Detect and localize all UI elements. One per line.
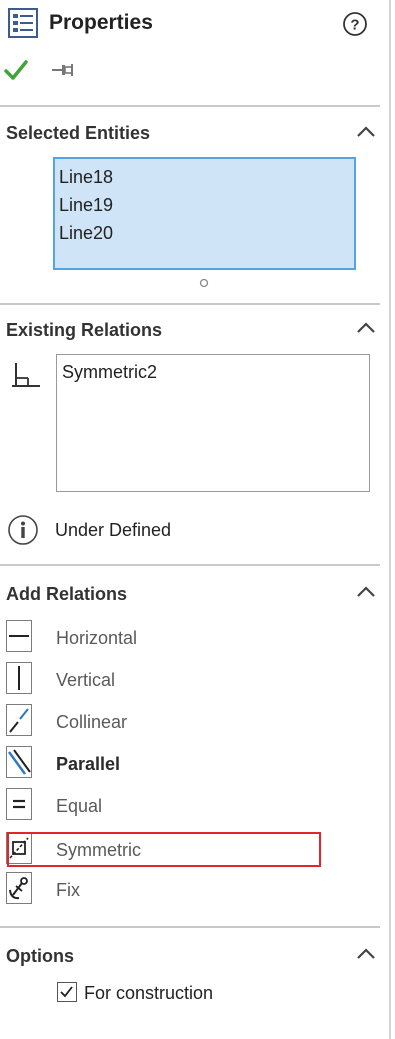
relation-label: Vertical [56, 670, 116, 690]
chevron-up-icon[interactable] [355, 124, 377, 140]
chevron-up-icon[interactable] [355, 320, 377, 336]
resize-handle[interactable] [199, 275, 209, 288]
divider [0, 564, 380, 566]
svg-text:?: ? [350, 17, 359, 34]
relation-vertical[interactable]: Vertical [0, 660, 380, 700]
relation-parallel[interactable]: Parallel [0, 744, 380, 784]
page-title: Properties [49, 11, 153, 34]
info-icon [7, 514, 39, 546]
section-title-options: Options [6, 946, 74, 966]
properties-manager-icon [8, 8, 38, 38]
relation-label: Symmetric [56, 840, 141, 860]
panel-right-border [389, 0, 391, 1039]
parallel-icon [6, 746, 32, 778]
relation-label: Collinear [56, 712, 128, 732]
relation-equal[interactable]: Equal [0, 786, 380, 826]
vertical-icon [6, 662, 32, 694]
divider [0, 303, 380, 305]
symmetric-icon [6, 832, 32, 864]
section-title-add-relations: Add Relations [6, 584, 128, 604]
list-item[interactable]: Symmetric2 [62, 362, 157, 383]
relation-symmetric[interactable]: Symmetric [0, 829, 380, 869]
relation-collinear[interactable]: Collinear [0, 702, 380, 742]
list-item[interactable]: Line18 [59, 167, 113, 188]
checkmark-icon [60, 986, 73, 998]
divider [0, 105, 380, 107]
collinear-icon [6, 704, 32, 736]
for-construction-checkbox[interactable] [57, 982, 77, 1002]
list-item[interactable]: Line20 [59, 223, 113, 244]
chevron-up-icon[interactable] [355, 584, 377, 600]
chevron-up-icon[interactable] [355, 946, 377, 962]
equal-icon [6, 788, 32, 820]
relation-label: Equal [56, 796, 103, 816]
relations-icon [10, 360, 42, 390]
divider [0, 926, 380, 928]
list-item[interactable]: Line19 [59, 195, 113, 216]
fix-icon [6, 872, 32, 904]
horizontal-icon [6, 620, 32, 652]
section-title-existing-relations: Existing Relations [6, 320, 163, 340]
relation-horizontal[interactable]: Horizontal [0, 618, 380, 658]
help-icon[interactable]: ? [342, 11, 368, 37]
section-title-selected-entities: Selected Entities [6, 123, 151, 143]
pushpin-icon [52, 64, 73, 76]
relation-label: Horizontal [56, 628, 138, 648]
existing-relations-list[interactable]: Symmetric2 [56, 354, 370, 492]
relation-label: Fix [56, 880, 80, 900]
selected-entities-list[interactable]: Line18 Line19 Line20 [53, 157, 356, 270]
relation-label: Parallel [56, 754, 121, 774]
ok-button[interactable] [4, 58, 28, 82]
checkmark-icon [4, 60, 28, 80]
status-text: Under Defined [55, 520, 172, 540]
relation-fix[interactable]: Fix [0, 870, 380, 910]
keep-visible-button[interactable] [50, 60, 76, 80]
for-construction-label[interactable]: For construction [84, 983, 213, 1004]
